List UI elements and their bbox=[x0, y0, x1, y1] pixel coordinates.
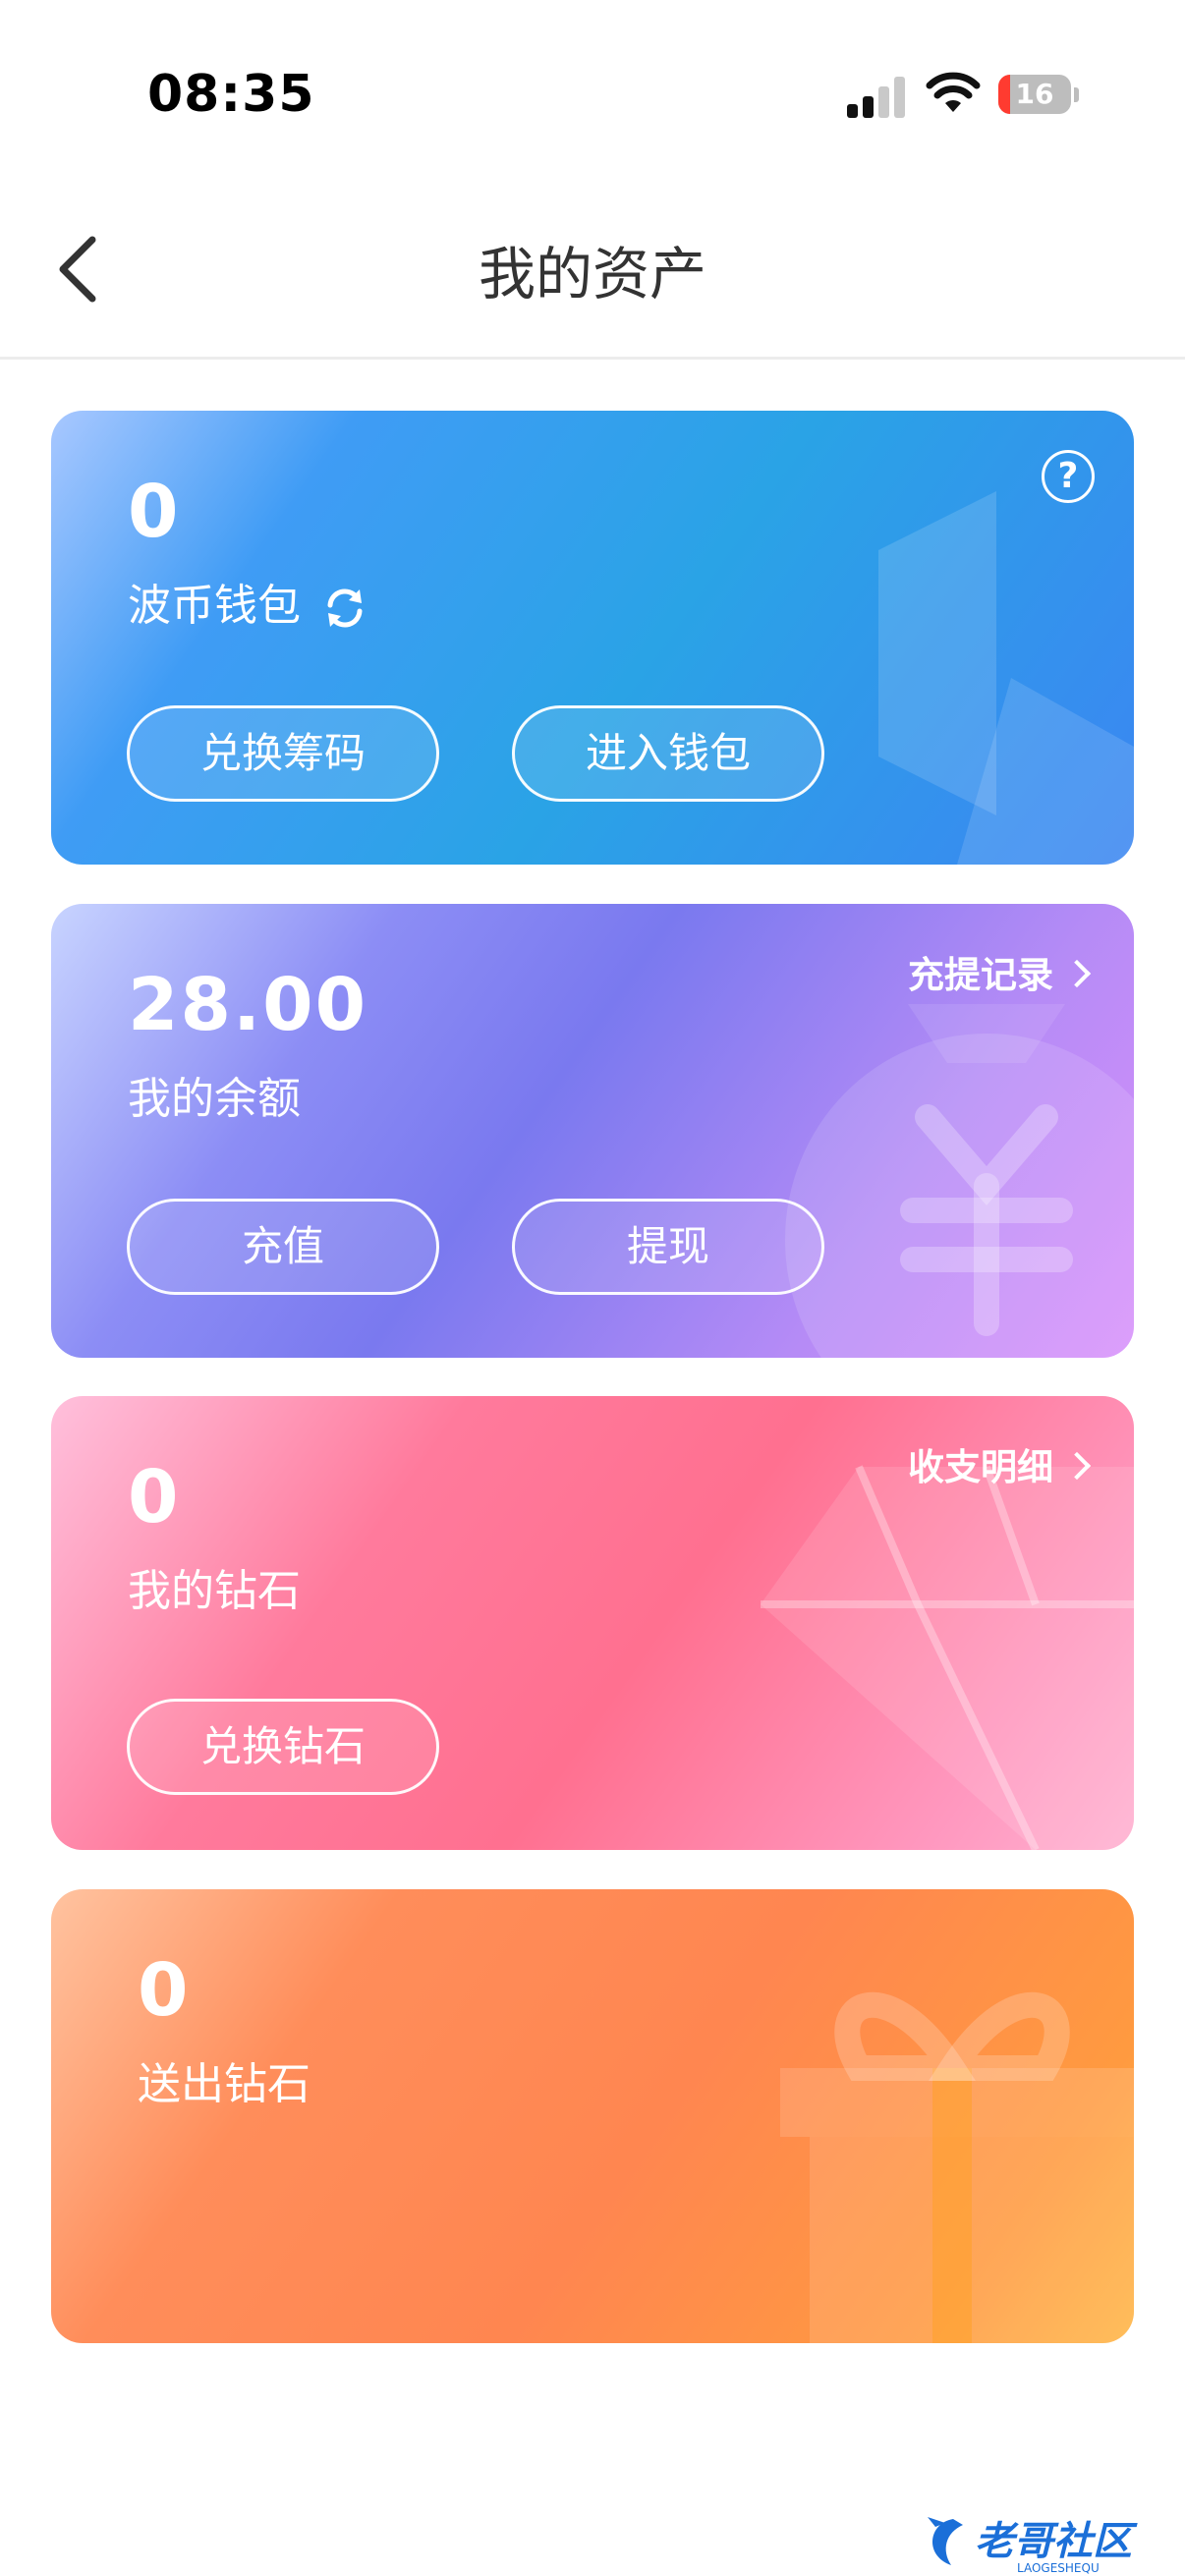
income-expense-label: 收支明细 bbox=[908, 1446, 1053, 1488]
exchange-diamond-button[interactable]: 兑换钻石 bbox=[127, 1699, 439, 1795]
wallet-decoration-icon bbox=[878, 491, 1134, 865]
nav-bar: 我的资产 bbox=[0, 187, 1185, 360]
exchange-chips-button[interactable]: 兑换筹码 bbox=[127, 705, 439, 802]
status-bar: 08:35 16 bbox=[0, 0, 1185, 187]
battery-level: 16 bbox=[1015, 78, 1054, 110]
wallet-label: 波币钱包 bbox=[128, 570, 367, 633]
balance-card: 充提记录 28.00 我的余额 充值 提现 bbox=[51, 904, 1134, 1358]
wallet-value: 0 bbox=[128, 470, 181, 554]
chevron-right-icon bbox=[1062, 1451, 1092, 1481]
wifi-icon bbox=[926, 72, 981, 112]
diamond-label: 我的钻石 bbox=[128, 1566, 301, 1616]
watermark-subtext: LAOGESHEQU bbox=[1017, 2561, 1100, 2575]
recharge-records-link[interactable]: 充提记录 bbox=[908, 945, 1092, 998]
watermark-text: 老哥社区 bbox=[975, 2519, 1138, 2564]
recharge-records-label: 充提记录 bbox=[908, 954, 1053, 996]
diamond-card: 收支明细 0 我的钻石 兑换钻石 bbox=[51, 1396, 1134, 1850]
diamond-value: 0 bbox=[128, 1455, 181, 1540]
wallet-card: ? 0 波币钱包 兑换筹码 进入钱包 bbox=[51, 411, 1134, 865]
status-time: 08:35 bbox=[147, 65, 315, 124]
withdraw-button[interactable]: 提现 bbox=[512, 1199, 824, 1295]
balance-value: 28.00 bbox=[128, 963, 368, 1047]
money-bag-icon bbox=[785, 1004, 1134, 1358]
recharge-button[interactable]: 充值 bbox=[127, 1199, 439, 1295]
chevron-right-icon bbox=[1062, 959, 1092, 988]
balance-label: 我的余额 bbox=[128, 1074, 301, 1124]
battery-icon: 16 bbox=[998, 75, 1079, 116]
watermark-logo: 老哥社区 LAOGESHEQU bbox=[928, 2517, 1138, 2575]
income-expense-link[interactable]: 收支明细 bbox=[908, 1437, 1092, 1490]
sent-diamond-value: 0 bbox=[138, 1948, 191, 2033]
diamond-icon bbox=[761, 1465, 1134, 1850]
wallet-label-text: 波币钱包 bbox=[128, 581, 301, 631]
refresh-icon[interactable] bbox=[322, 586, 367, 631]
signal-icon bbox=[847, 75, 908, 118]
page-title: 我的资产 bbox=[478, 241, 706, 308]
sent-diamond-label: 送出钻石 bbox=[138, 2059, 310, 2109]
help-icon[interactable]: ? bbox=[1042, 450, 1095, 503]
enter-wallet-button[interactable]: 进入钱包 bbox=[512, 705, 824, 802]
gift-icon bbox=[780, 1991, 1134, 2343]
sent-diamond-card: 0 送出钻石 bbox=[51, 1889, 1134, 2343]
